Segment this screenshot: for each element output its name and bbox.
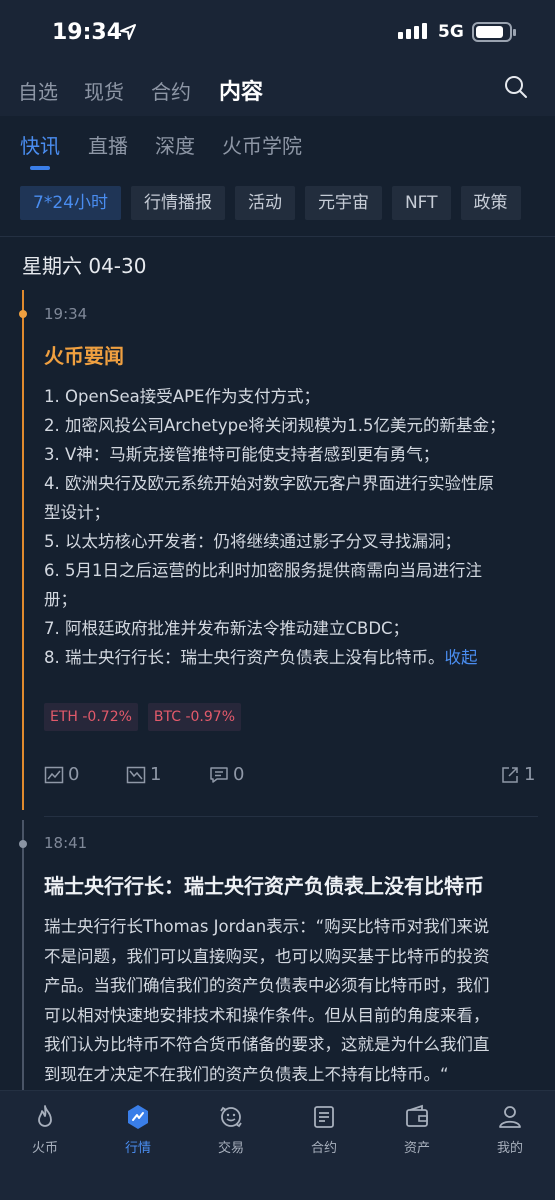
market-icon (128, 1105, 148, 1129)
news-line: 我们认为比特币不符合货币储备的要求，这就是为什么我们直 (44, 1035, 490, 1054)
timeline-line-highlight (22, 290, 24, 810)
chip-metaverse[interactable]: 元宇宙 (304, 186, 382, 220)
comment-count: 0 (233, 764, 245, 785)
news-body[interactable]: 1. OpenSea接受APE作为支付方式； 2. 加密风投公司Archetyp… (44, 382, 536, 672)
comment-icon (210, 766, 228, 783)
news-line: 5. 以太坊核心开发者：仍将继续通过影子分叉寻找漏洞； (44, 532, 461, 551)
chip-market-report[interactable]: 行情播报 (130, 186, 225, 220)
timeline-dot-highlight (19, 310, 27, 318)
contract-icon (314, 1106, 334, 1128)
network-type: 5G (438, 22, 464, 42)
news-time: 18:41 (44, 834, 88, 852)
news-title[interactable]: 瑞士央行行长：瑞士央行资产负债表上没有比特币 (44, 870, 484, 899)
category-chips: 7*24小时 行情播报 活动 元宇宙 NFT 政策 (20, 186, 521, 222)
coin-tag-eth[interactable]: ETH -0.72% (44, 703, 138, 731)
status-bar: 19:34 5G (0, 0, 555, 62)
bottom-nav-contract[interactable]: 合约 (284, 1103, 364, 1156)
chip-policy[interactable]: 政策 (460, 186, 521, 220)
flame-icon (38, 1105, 52, 1127)
bullish-button[interactable]: 0 (44, 764, 79, 785)
news-time: 19:34 (44, 305, 88, 323)
news-line: 1. OpenSea接受APE作为支付方式； (44, 387, 320, 406)
top-tab-spot[interactable]: 现货 (84, 76, 124, 105)
sub-tabs: 快讯 直播 深度 火币学院 (0, 116, 555, 178)
news-title[interactable]: 火币要闻 (44, 340, 124, 369)
timeline-dot (19, 840, 27, 848)
sub-tab-flash[interactable]: 快讯 (20, 130, 60, 159)
news-line-text: 8. 瑞士央行行长：瑞士央行资产负债表上没有比特币。 (44, 648, 445, 667)
share-count: 1 (524, 764, 536, 785)
news-line: 不是问题，我们可以直接购买，也可以购买基于比特币的投资 (44, 946, 490, 966)
news-line: 3. V神：马斯克接管推特可能使支持者感到更有勇气； (44, 445, 440, 464)
news-line: 8. 瑞士央行行长：瑞士央行资产负债表上没有比特币。收起 (44, 643, 536, 672)
news-line: 瑞士央行行长Thomas Jordan表示：“购买比特币对我们来说 (44, 917, 490, 936)
news-line: 2. 加密风投公司Archetype将关闭规模为1.5亿美元的新基金； (44, 416, 506, 435)
location-arrow-icon (120, 24, 136, 40)
news-line: 册； (44, 590, 77, 609)
share-icon (502, 766, 518, 783)
bottom-nav-label: 资产 (403, 1141, 430, 1156)
bearish-count: 1 (150, 764, 162, 785)
comment-button[interactable]: 0 (209, 764, 244, 785)
chip-nft[interactable]: NFT (391, 186, 451, 220)
share-button[interactable]: 1 (500, 764, 535, 785)
sub-tab-academy[interactable]: 火币学院 (222, 130, 302, 159)
news-line: 型设计； (44, 503, 110, 522)
trade-icon (220, 1106, 242, 1128)
signal-icon (398, 23, 427, 39)
news-line: 7. 阿根廷政府批准并发布新法令推动建立CBDC； (44, 619, 410, 638)
bottom-nav-label: 合约 (310, 1141, 337, 1156)
top-tab-watchlist[interactable]: 自选 (18, 76, 58, 105)
bottom-nav-label: 火币 (31, 1141, 58, 1156)
bottom-nav-label: 行情 (124, 1141, 151, 1156)
search-icon[interactable] (503, 74, 529, 100)
bearish-icon (126, 766, 146, 783)
bottom-nav-profile[interactable]: 我的 (470, 1103, 550, 1156)
news-separator (44, 816, 538, 817)
news-line: 6. 5月1日之后运营的比利时加密服务提供商需向当局进行注 (44, 561, 482, 580)
sub-tab-live[interactable]: 直播 (88, 130, 128, 159)
bottom-nav-label: 我的 (496, 1141, 523, 1156)
bottom-nav-assets[interactable]: 资产 (377, 1103, 457, 1156)
news-line: 4. 欧洲央行及欧元系统开始对数字欧元客户界面进行实验性原 (44, 474, 494, 493)
active-tab-indicator (30, 166, 50, 170)
coin-tag-btc[interactable]: BTC -0.97% (147, 703, 241, 731)
chip-events[interactable]: 活动 (234, 186, 295, 220)
bottom-nav: 火币 行情 交易 合约 资产 我的 (0, 1090, 555, 1200)
top-tab-futures[interactable]: 合约 (151, 76, 191, 105)
coin-tags: ETH -0.72% BTC -0.97% (44, 703, 241, 731)
chip-24h[interactable]: 7*24小时 (20, 186, 121, 220)
news-line: 可以相对快速地安排技术和操作条件。但从目前的角度来看， (44, 1005, 490, 1025)
top-tab-content[interactable]: 内容 (219, 74, 263, 106)
bottom-nav-label: 交易 (217, 1141, 244, 1156)
bullish-count: 0 (68, 764, 80, 785)
profile-icon (499, 1106, 521, 1128)
sub-tab-depth[interactable]: 深度 (155, 130, 195, 159)
bullish-icon (44, 766, 64, 783)
news-line: 到现在才决定不在我们的资产负债表上不持有比特币。“ (44, 1064, 449, 1084)
bearish-button[interactable]: 1 (126, 764, 161, 785)
news-line: 产品。当我们确信我们的资产负债表中必须有比特币时，我们 (44, 976, 490, 995)
collapse-link[interactable]: 收起 (445, 648, 478, 667)
bottom-nav-market[interactable]: 行情 (98, 1103, 178, 1156)
wallet-icon (406, 1104, 428, 1127)
battery-icon (472, 22, 516, 42)
news-actions: 0 1 0 1 (44, 764, 538, 788)
divider (0, 236, 555, 237)
top-nav: 自选 现货 合约 内容 (0, 62, 555, 116)
status-time: 19:34 (52, 20, 123, 45)
news-body[interactable]: 瑞士央行行长Thomas Jordan表示：“购买比特币对我们来说 不是问题，我… (44, 912, 536, 1089)
timeline-line (22, 820, 24, 1090)
bottom-nav-huobi[interactable]: 火币 (5, 1103, 85, 1156)
date-header: 星期六 04-30 (22, 254, 147, 278)
bottom-nav-trade[interactable]: 交易 (191, 1103, 271, 1156)
